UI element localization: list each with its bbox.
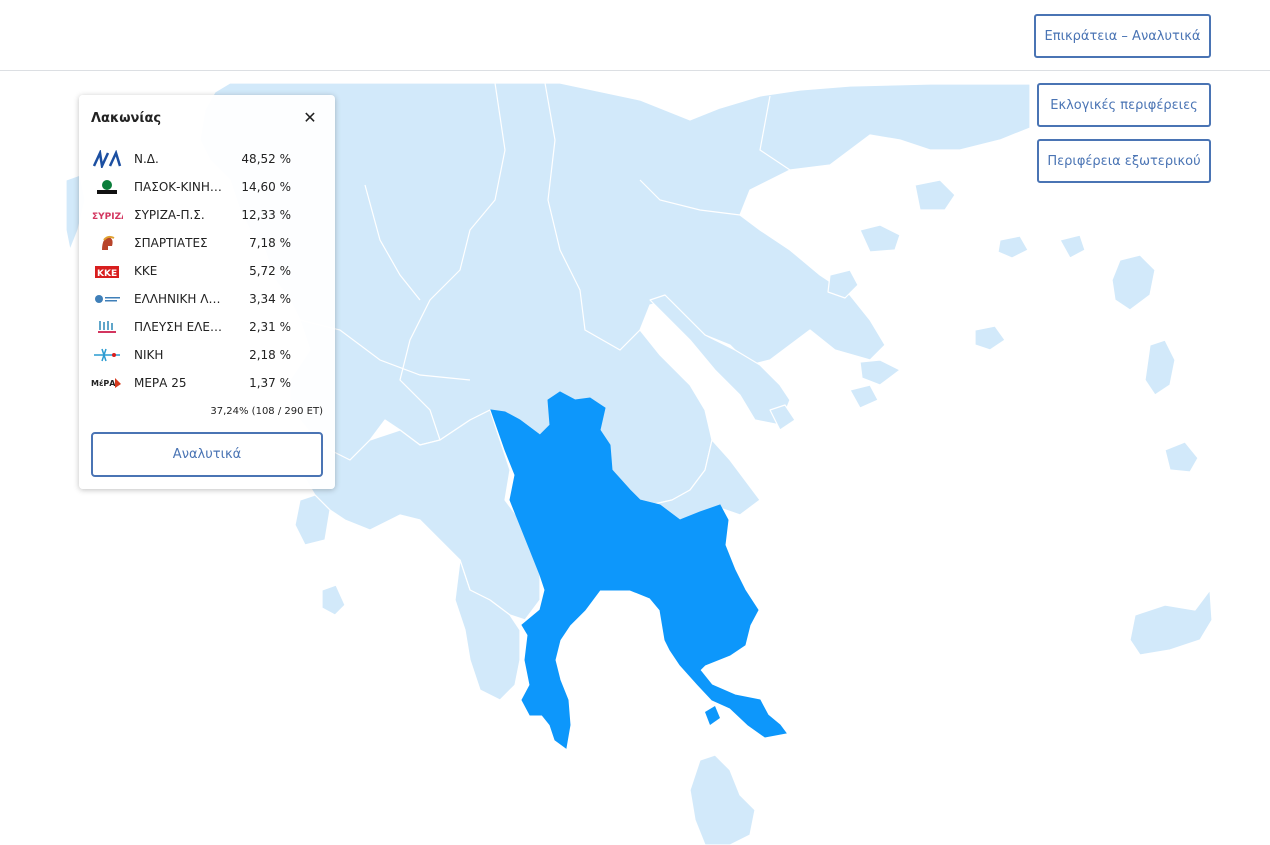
party-percent: 48,52 %	[241, 152, 291, 166]
party-percent: 14,60 %	[241, 180, 291, 194]
party-name: Ν.Δ.	[134, 152, 159, 166]
party-name: ΣΥΡΙΖΑ-Π.Σ.	[134, 208, 205, 222]
party-name: ΣΠΑΡΤΙΑΤΕΣ	[134, 236, 208, 250]
electoral-regions-button[interactable]: Εκλογικές περιφέρειες	[1037, 83, 1211, 127]
party-percent: 12,33 %	[241, 208, 291, 222]
page: Επικράτεια – Αναλυτικά Εκλογικές περιφέρ…	[0, 0, 1270, 845]
island-skyros[interactable]	[914, 179, 956, 211]
details-button[interactable]: Αναλυτικά	[91, 432, 323, 477]
mera25-logo-icon: ΜέΡΑ	[91, 374, 123, 392]
nd-logo-icon	[91, 150, 123, 168]
party-percent: 3,34 %	[249, 292, 291, 306]
island-skiathos[interactable]	[859, 224, 901, 253]
counted-stations: 37,24% (108 / 290 ΕΤ)	[210, 406, 323, 417]
svg-text:ΜέΡΑ: ΜέΡΑ	[91, 378, 116, 388]
result-row: ΝΙΚΗ 2,18 %	[91, 341, 323, 369]
party-name: ΕΛΛΗΝΙΚΗ ΛΥΣΗ	[134, 292, 226, 306]
panel-title: Λακωνίας	[91, 111, 162, 126]
close-icon[interactable]: ✕	[301, 109, 319, 127]
niki-logo-icon	[91, 346, 123, 364]
result-row: Ν.Δ. 48,52 %	[91, 145, 323, 173]
party-name: ΜΕΡΑ 25	[134, 376, 187, 390]
kke-logo-icon: ΚΚΕ	[91, 262, 123, 280]
party-percent: 2,18 %	[249, 348, 291, 362]
territory-details-button[interactable]: Επικράτεια – Αναλυτικά	[1034, 14, 1211, 58]
pasok-logo-icon	[91, 178, 123, 196]
svg-text:ΣΥΡΙΖΑ: ΣΥΡΙΖΑ	[92, 212, 123, 222]
party-percent: 5,72 %	[249, 264, 291, 278]
syriza-logo-icon: ΣΥΡΙΖΑ	[91, 206, 123, 224]
island-samothraki[interactable]	[1059, 234, 1086, 259]
result-row: ΠΑΣΟΚ-ΚΙΝΗΜΑ ΑΛΛΑΓΗΣ 14,60 %	[91, 173, 323, 201]
island-elafonisos-selected[interactable]	[705, 706, 720, 725]
island-zakynthos[interactable]	[321, 584, 346, 616]
island-tinos[interactable]	[974, 325, 1006, 351]
party-percent: 2,31 %	[249, 320, 291, 334]
result-row: ΠΛΕΥΣΗ ΕΛΕΥΘΕΡΙΑΣ 2,31 %	[91, 313, 323, 341]
island-aegina[interactable]	[769, 404, 796, 431]
result-row: ΚΚΕ ΚΚΕ 5,72 %	[91, 257, 323, 285]
party-percent: 1,37 %	[249, 376, 291, 390]
abroad-region-button[interactable]: Περιφέρεια εξωτερικού	[1037, 139, 1211, 183]
svg-text:ΚΚΕ: ΚΚΕ	[97, 269, 117, 279]
result-row: ΣΠΑΡΤΙΑΤΕΣ 7,18 %	[91, 229, 323, 257]
island-alonissos[interactable]	[827, 269, 859, 299]
island-chios[interactable]	[1144, 339, 1176, 396]
party-name: ΠΑΣΟΚ-ΚΙΝΗΜΑ ΑΛΛΑΓΗΣ	[134, 180, 226, 194]
island-rhodes[interactable]	[1129, 589, 1213, 656]
region-results-panel: Λακωνίας ✕ Ν.Δ. 48,52 % ΠΑΣΟΚ-ΚΙΝΗΜΑ ΑΛΛ…	[79, 95, 335, 489]
plefsi-logo-icon	[91, 318, 123, 336]
party-percent: 7,18 %	[249, 236, 291, 250]
party-name: ΠΛΕΥΣΗ ΕΛΕΥΘΕΡΙΑΣ	[134, 320, 226, 334]
spartiates-logo-icon	[91, 234, 123, 252]
results-list: Ν.Δ. 48,52 % ΠΑΣΟΚ-ΚΙΝΗΜΑ ΑΛΛΑΓΗΣ 14,60 …	[91, 145, 323, 397]
result-row: ΣΥΡΙΖΑ ΣΥΡΙΖΑ-Π.Σ. 12,33 %	[91, 201, 323, 229]
result-row: ΜέΡΑ ΜΕΡΑ 25 1,37 %	[91, 369, 323, 397]
island-thasos[interactable]	[997, 235, 1029, 259]
elliniki-lysi-logo-icon	[91, 290, 123, 308]
island-lesvos[interactable]	[1111, 254, 1156, 311]
island-andros[interactable]	[859, 359, 901, 386]
island-ikaria[interactable]	[1164, 441, 1199, 473]
party-name: ΝΙΚΗ	[134, 348, 164, 362]
island-kythira[interactable]	[689, 754, 756, 845]
result-row: ΕΛΛΗΝΙΚΗ ΛΥΣΗ 3,34 %	[91, 285, 323, 313]
island-milos[interactable]	[849, 384, 879, 409]
party-name: ΚΚΕ	[134, 264, 158, 278]
